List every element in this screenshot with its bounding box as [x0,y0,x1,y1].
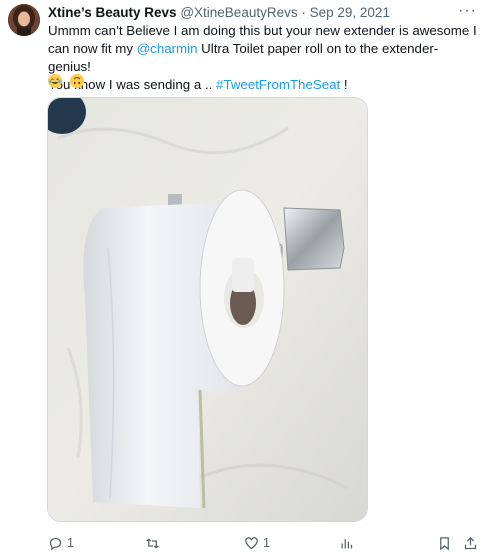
like-button[interactable]: 1 [244,534,270,552]
upside-down-face-emoji-icon [70,74,85,88]
views-button[interactable] [339,534,358,552]
tweet-date[interactable]: Sep 29, 2021 [310,5,390,20]
author-name[interactable]: Xtine’s Beauty Revs [48,5,177,20]
tweet-text-line-1: Ummm can’t Believe I am doing this but y… [48,23,477,38]
tweet-text-line-3: You know I was sending a .. #TweetFromTh… [48,76,478,94]
bookmark-icon [440,536,449,550]
tweet-text: Ummm can’t Believe I am doing this but y… [48,22,478,94]
share-button[interactable] [463,534,482,552]
tweet-text-segment: ! [340,77,348,92]
avatar[interactable] [8,4,40,36]
mention-link[interactable]: @charmin [137,41,198,56]
tweet[interactable]: Xtine’s Beauty Revs @XtineBeautyRevs · S… [0,0,485,557]
reply-button[interactable]: 1 [48,534,74,552]
bookmark-button[interactable] [437,534,456,552]
share-icon [464,536,477,549]
views-bar-chart-icon [341,538,353,548]
tweet-text-line-2: can now fit my @charmin Ultra Toilet pap… [48,40,478,76]
tweet-header: Xtine’s Beauty Revs @XtineBeautyRevs · S… [48,3,475,23]
hashtag-link[interactable]: #TweetFromTheSeat [216,77,340,92]
more-options-icon[interactable]: ··· [458,3,477,19]
tweet-text-segment: can now fit my [48,41,137,56]
reply-icon [49,537,62,550]
heart-icon [245,536,258,549]
emoji-row [48,74,88,90]
reply-count: 1 [67,536,74,550]
retweet-button[interactable] [145,534,164,552]
header-separator: · [301,5,306,20]
tweet-media-image[interactable] [47,97,368,522]
author-handle[interactable]: @XtineBeautyRevs [180,5,297,20]
tweet-actions: 1 1 [48,532,478,554]
like-count: 1 [263,536,270,550]
laughing-crying-emoji-icon [48,74,62,88]
retweet-icon [146,538,159,548]
